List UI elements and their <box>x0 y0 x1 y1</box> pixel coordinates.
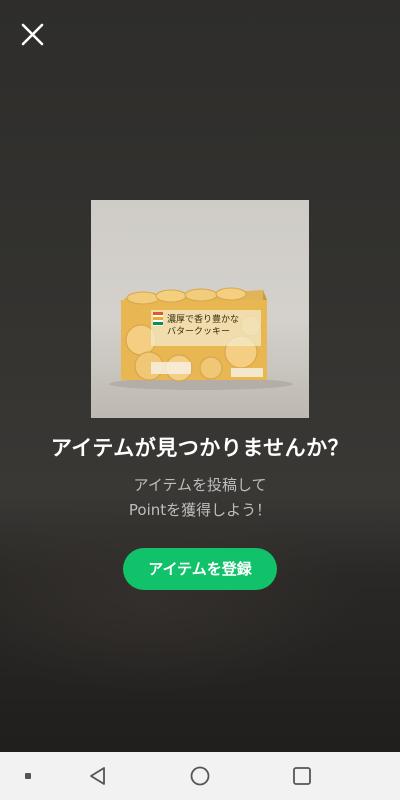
close-icon <box>21 23 44 46</box>
screen: 濃厚で香り豊かな バタークッキー アイテムが見つかりませんか？ アイテムを投稿し… <box>0 0 400 800</box>
subtext-line-2: Pointを獲得しよう！ <box>128 501 272 519</box>
package-text-line1: 濃厚で香り豊かな <box>167 313 239 325</box>
nav-back-button[interactable] <box>78 752 118 800</box>
register-item-button[interactable]: アイテムを登録 <box>123 548 277 590</box>
menu-dot-icon <box>25 773 31 779</box>
menu-dot-button[interactable] <box>10 752 46 800</box>
nav-home-button[interactable] <box>180 752 220 800</box>
system-nav-bar <box>0 752 400 800</box>
nav-recents-button[interactable] <box>282 752 322 800</box>
empty-state-subtext: アイテムを投稿して Pointを獲得しよう！ <box>0 473 400 523</box>
back-icon <box>90 767 105 785</box>
home-icon <box>190 766 210 786</box>
package-text-line2: バタークッキー <box>167 326 230 337</box>
product-photo: 濃厚で香り豊かな バタークッキー <box>91 200 309 418</box>
recents-icon <box>293 767 311 785</box>
close-button[interactable] <box>14 16 50 52</box>
subtext-line-1: アイテムを投稿して <box>133 476 267 494</box>
empty-state-headline: アイテムが見つかりませんか？ <box>50 436 350 460</box>
